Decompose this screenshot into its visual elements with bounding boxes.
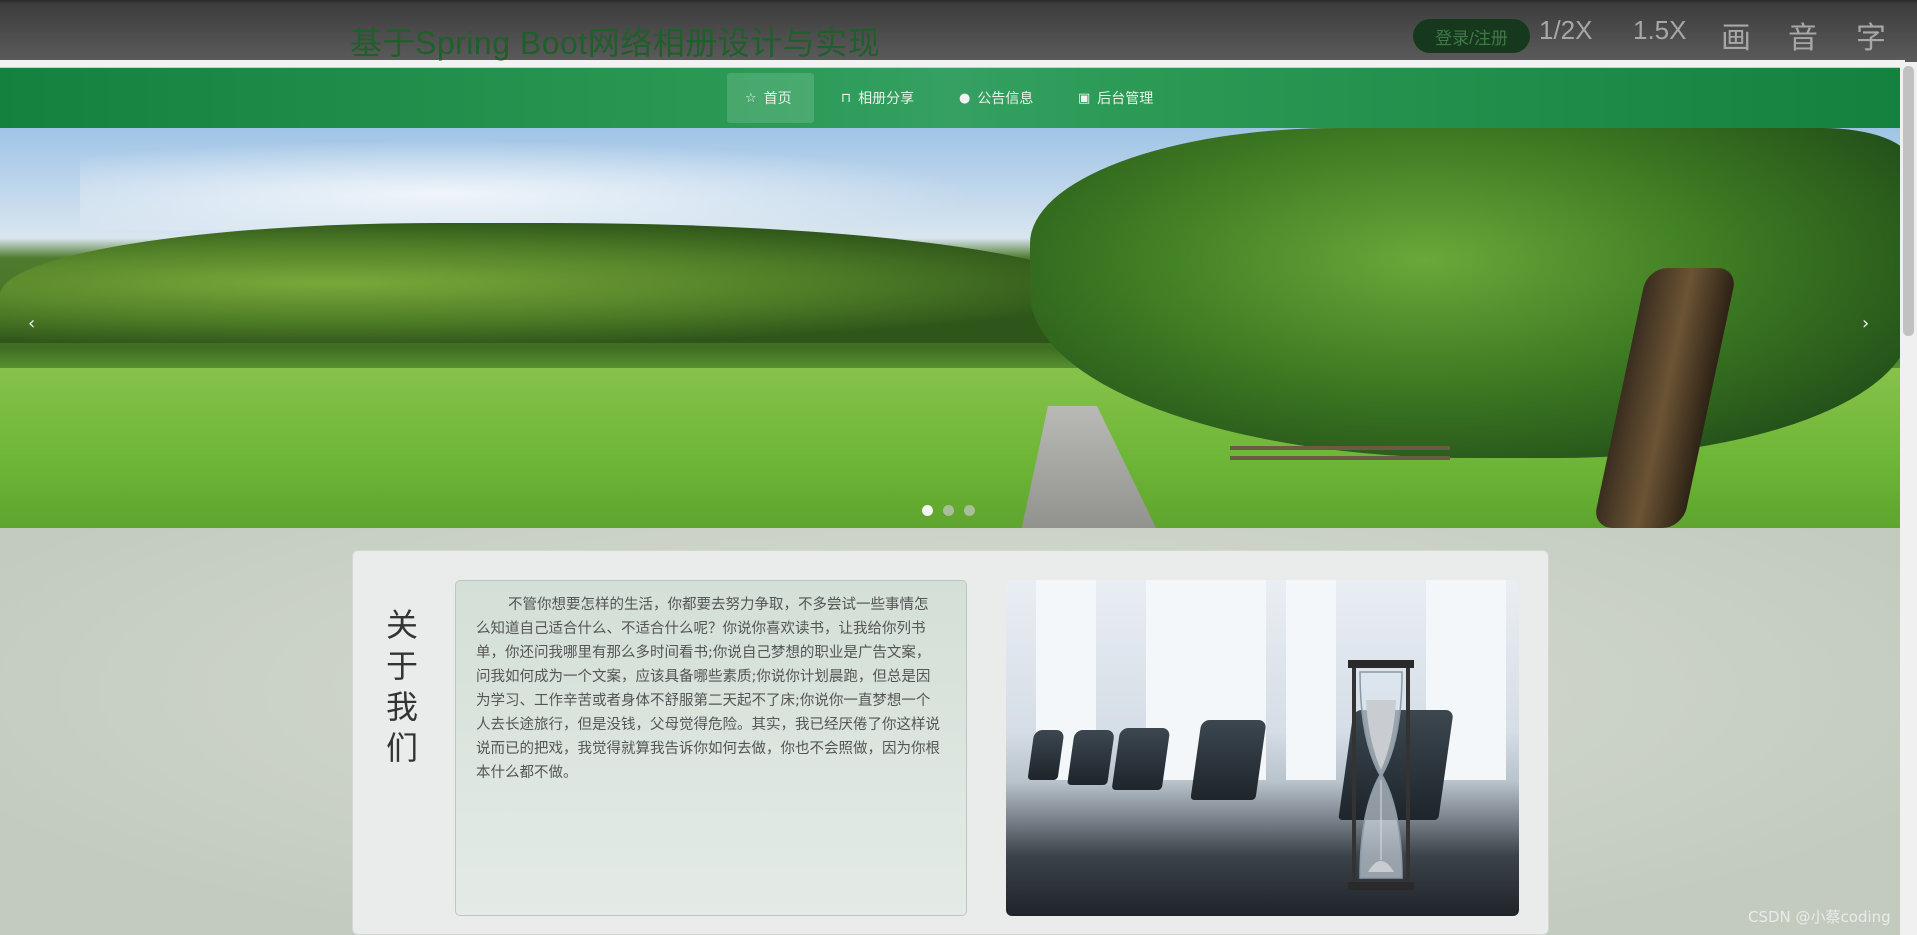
watermark: CSDN @小蔡coding — [1748, 908, 1891, 926]
nav-item-home[interactable]: ☆ 首页 — [727, 73, 814, 123]
carousel-dot-3[interactable] — [964, 505, 975, 516]
carousel-indicators — [922, 505, 975, 516]
chair — [1067, 730, 1115, 785]
scrollbar-thumb[interactable] — [1903, 66, 1914, 336]
picture-tool-button[interactable]: 画 — [1721, 13, 1751, 57]
window-pane — [1286, 580, 1336, 780]
login-register-button[interactable]: 登录/注册 — [1413, 19, 1530, 53]
nav-item-label: 后台管理 — [1097, 91, 1154, 107]
chair — [1190, 720, 1267, 800]
star-icon: ☆ — [745, 90, 757, 106]
hourglass-icon — [1348, 660, 1414, 890]
tree-canopy — [1030, 128, 1900, 458]
audio-tool-button[interactable]: 音 — [1788, 13, 1818, 57]
nav-item-label: 相册分享 — [858, 91, 915, 107]
fence — [1230, 446, 1450, 460]
main-nav: ☆ 首页 ⊓ 相册分享 ● 公告信息 ▣ 后台管理 — [0, 68, 1900, 128]
treeline — [0, 223, 1100, 343]
speed-1-5x-button[interactable]: 1.5X — [1633, 15, 1687, 46]
carousel-prev-icon[interactable]: ‹ — [28, 313, 35, 334]
carousel-dot-2[interactable] — [943, 505, 954, 516]
hero-carousel[interactable]: ‹ › — [0, 128, 1900, 528]
sky — [80, 140, 980, 230]
top-header — [0, 0, 1917, 62]
chair — [1111, 728, 1171, 790]
nav-item-album-share[interactable]: ⊓ 相册分享 — [823, 73, 932, 123]
header-divider — [0, 60, 1905, 67]
site-title: 基于Spring Boot网络相册设计与实现 — [350, 25, 881, 61]
subtitle-tool-button[interactable]: 字 — [1856, 13, 1886, 57]
about-textbox: 不管你想要怎样的生活，你都要去努力争取，不多尝试一些事情怎么知道自己适合什么、不… — [455, 580, 967, 916]
about-title: 关于我们 — [385, 606, 418, 767]
briefcase-icon: ▣ — [1078, 90, 1091, 106]
nav-item-label: 公告信息 — [977, 91, 1034, 107]
info-icon: ● — [959, 90, 971, 106]
bag-icon: ⊓ — [841, 90, 852, 106]
nav-item-admin[interactable]: ▣ 后台管理 — [1060, 73, 1171, 123]
nav-item-announcements[interactable]: ● 公告信息 — [941, 73, 1051, 123]
carousel-next-icon[interactable]: › — [1862, 313, 1869, 334]
carousel-dot-1[interactable] — [922, 505, 933, 516]
nav-item-label: 首页 — [763, 91, 792, 107]
half-speed-button[interactable]: 1/2X — [1539, 15, 1593, 46]
about-text: 不管你想要怎样的生活，你都要去努力争取，不多尝试一些事情怎么知道自己适合什么、不… — [476, 597, 940, 781]
about-image — [1006, 580, 1519, 916]
